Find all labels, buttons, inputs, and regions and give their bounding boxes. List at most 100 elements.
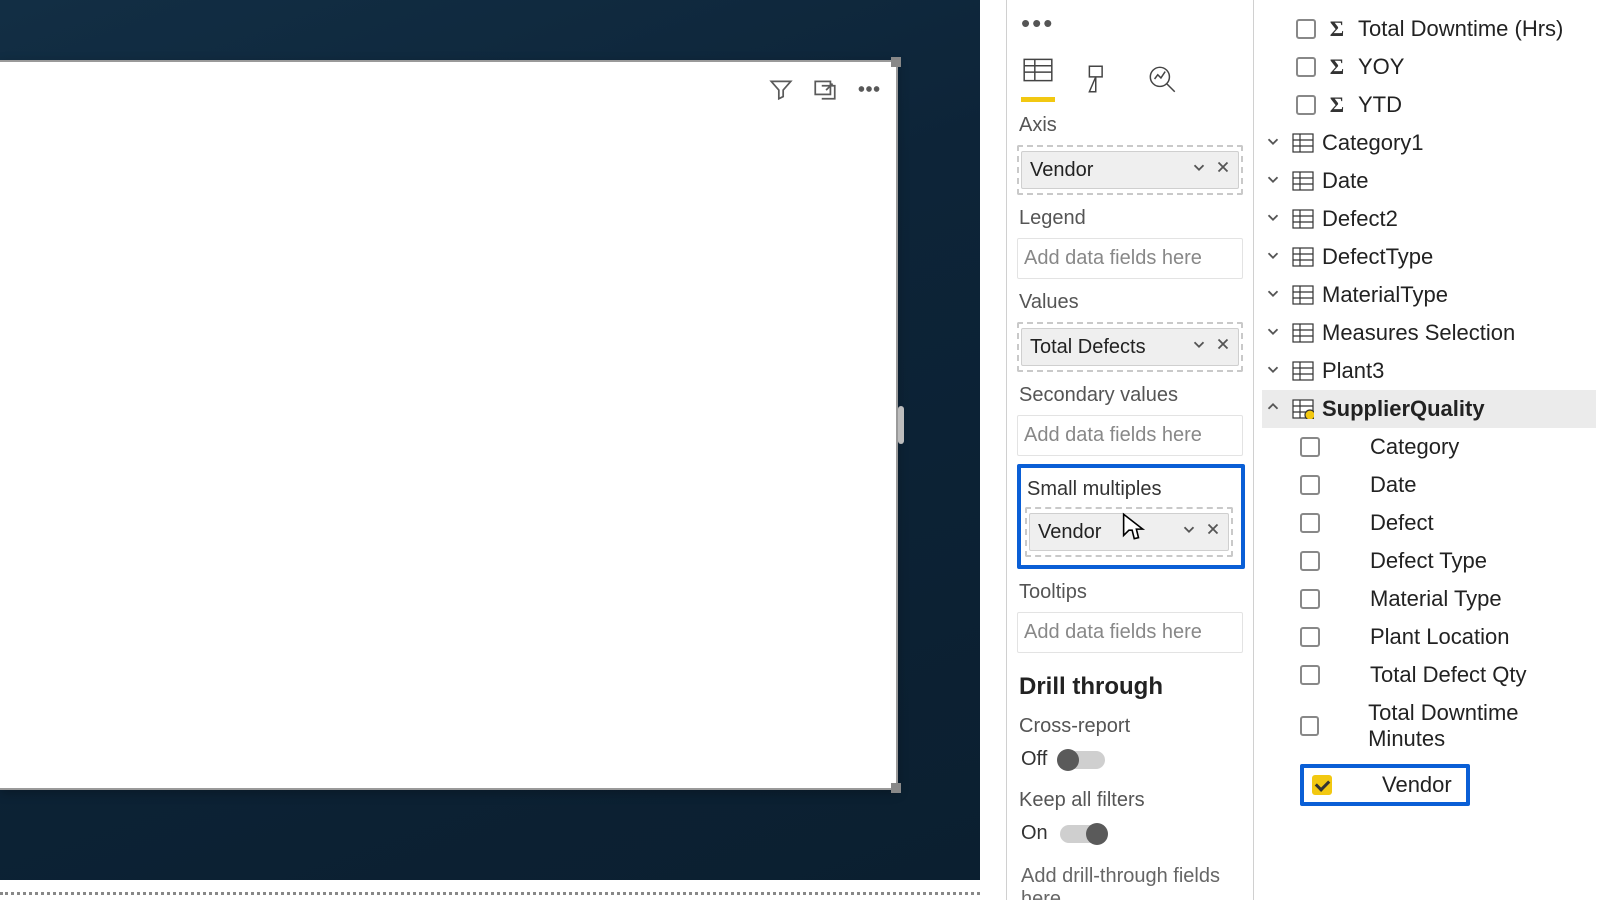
- field-row[interactable]: Σ Total Downtime (Hrs): [1262, 10, 1596, 48]
- cross-report-toggle[interactable]: [1059, 751, 1105, 769]
- table-row[interactable]: Plant3: [1262, 352, 1596, 390]
- values-field-name: Total Defects: [1030, 336, 1146, 359]
- field-checkbox[interactable]: [1312, 775, 1332, 795]
- keep-all-filters-toggle[interactable]: [1060, 825, 1106, 843]
- chevron-down-icon[interactable]: [1264, 320, 1284, 346]
- axis-well[interactable]: Vendor: [1017, 145, 1243, 195]
- table-icon: [1292, 171, 1314, 191]
- page-tab-divider: [0, 892, 980, 895]
- visualizations-pane: ••• Axis Vendor Legend Add data fie: [1006, 0, 1254, 900]
- drill-through-well[interactable]: Add drill-through fields here: [1017, 859, 1247, 900]
- field-row[interactable]: Category: [1262, 428, 1596, 466]
- visual-placeholder[interactable]: [0, 60, 898, 790]
- table-row[interactable]: Defect2: [1262, 200, 1596, 238]
- field-name: Plant Location: [1370, 624, 1509, 650]
- chevron-down-icon[interactable]: [1180, 520, 1198, 544]
- field-name: Date: [1370, 472, 1416, 498]
- chevron-down-icon[interactable]: [1264, 206, 1284, 232]
- table-name: Plant3: [1322, 358, 1384, 384]
- field-checkbox[interactable]: [1300, 716, 1319, 736]
- field-name: Defect Type: [1370, 548, 1487, 574]
- remove-field-icon[interactable]: [1214, 335, 1232, 359]
- values-well[interactable]: Total Defects: [1017, 322, 1243, 372]
- field-name: Vendor: [1382, 772, 1452, 798]
- chevron-down-icon[interactable]: [1264, 168, 1284, 194]
- field-row[interactable]: Total Defect Qty: [1262, 656, 1596, 694]
- field-checkbox[interactable]: [1300, 475, 1320, 495]
- filter-icon[interactable]: [768, 76, 794, 107]
- chevron-down-icon[interactable]: [1264, 282, 1284, 308]
- analytics-tab[interactable]: [1145, 62, 1179, 102]
- chevron-down-icon[interactable]: [1264, 130, 1284, 156]
- sigma-icon: Σ: [1326, 54, 1348, 80]
- table-icon: [1292, 323, 1314, 343]
- table-name: Date: [1322, 168, 1368, 194]
- field-row[interactable]: Plant Location: [1262, 618, 1596, 656]
- focus-mode-icon[interactable]: [812, 76, 838, 107]
- chevron-down-icon[interactable]: [1264, 244, 1284, 270]
- field-row[interactable]: Total Downtime Minutes: [1262, 694, 1596, 758]
- axis-field-chip[interactable]: Vendor: [1021, 151, 1239, 189]
- values-label: Values: [1017, 287, 1247, 314]
- field-row[interactable]: Σ YOY: [1262, 48, 1596, 86]
- legend-label: Legend: [1017, 203, 1247, 230]
- table-row[interactable]: MaterialType: [1262, 276, 1596, 314]
- field-checkbox[interactable]: [1296, 95, 1316, 115]
- legend-well[interactable]: Add data fields here: [1017, 238, 1243, 279]
- table-row[interactable]: DefectType: [1262, 238, 1596, 276]
- small-multiples-label: Small multiples: [1025, 474, 1237, 501]
- field-checkbox[interactable]: [1300, 437, 1320, 457]
- field-checkbox[interactable]: [1300, 589, 1320, 609]
- field-checkbox[interactable]: [1296, 57, 1316, 77]
- fields-tab[interactable]: [1021, 53, 1055, 102]
- report-canvas[interactable]: [0, 0, 1006, 900]
- field-checkbox[interactable]: [1300, 513, 1320, 533]
- resize-handle-right[interactable]: [898, 406, 904, 444]
- field-name: Defect: [1370, 510, 1434, 536]
- table-icon: [1292, 133, 1314, 153]
- table-row[interactable]: Measures Selection: [1262, 314, 1596, 352]
- secondary-values-label: Secondary values: [1017, 380, 1247, 407]
- field-row[interactable]: Σ YTD: [1262, 86, 1596, 124]
- field-row[interactable]: Defect: [1262, 504, 1596, 542]
- small-multiples-field-chip[interactable]: Vendor: [1029, 513, 1229, 551]
- remove-field-icon[interactable]: [1214, 158, 1232, 182]
- small-multiples-well[interactable]: Vendor: [1025, 507, 1233, 557]
- table-row[interactable]: Category1: [1262, 124, 1596, 162]
- resize-handle-top-right[interactable]: [891, 57, 901, 67]
- table-name: Defect2: [1322, 206, 1398, 232]
- field-checkbox[interactable]: [1300, 551, 1320, 571]
- chevron-down-icon[interactable]: [1264, 358, 1284, 384]
- table-row[interactable]: Date: [1262, 162, 1596, 200]
- field-checkbox[interactable]: [1300, 665, 1320, 685]
- field-row-vendor[interactable]: Vendor: [1262, 758, 1596, 812]
- secondary-values-well[interactable]: Add data fields here: [1017, 415, 1243, 456]
- table-name: Category1: [1322, 130, 1424, 156]
- chevron-up-icon[interactable]: [1264, 396, 1284, 422]
- field-name: YTD: [1358, 92, 1402, 118]
- remove-field-icon[interactable]: [1204, 520, 1222, 544]
- chevron-down-icon[interactable]: [1190, 158, 1208, 182]
- tooltips-label: Tooltips: [1017, 577, 1247, 604]
- table-icon: [1292, 399, 1314, 419]
- field-row[interactable]: Material Type: [1262, 580, 1596, 618]
- values-field-chip[interactable]: Total Defects: [1021, 328, 1239, 366]
- field-checkbox[interactable]: [1300, 627, 1320, 647]
- resize-handle-bottom-right[interactable]: [891, 783, 901, 793]
- vendor-highlight: Vendor: [1300, 764, 1470, 806]
- cross-report-label: Cross-report: [1017, 711, 1247, 738]
- field-checkbox[interactable]: [1296, 19, 1316, 39]
- chevron-down-icon[interactable]: [1190, 335, 1208, 359]
- tooltips-well[interactable]: Add data fields here: [1017, 612, 1243, 653]
- sigma-icon: Σ: [1326, 92, 1348, 118]
- table-supplierquality[interactable]: SupplierQuality: [1262, 390, 1596, 428]
- format-tab[interactable]: [1083, 62, 1117, 102]
- table-icon: [1292, 209, 1314, 229]
- field-row[interactable]: Defect Type: [1262, 542, 1596, 580]
- table-name: SupplierQuality: [1322, 396, 1485, 422]
- field-row[interactable]: Date: [1262, 466, 1596, 504]
- small-multiples-highlight: Small multiples Vendor: [1017, 464, 1245, 569]
- pane-more-icon[interactable]: •••: [1017, 8, 1247, 39]
- more-options-icon[interactable]: [856, 76, 882, 107]
- table-icon: [1292, 247, 1314, 267]
